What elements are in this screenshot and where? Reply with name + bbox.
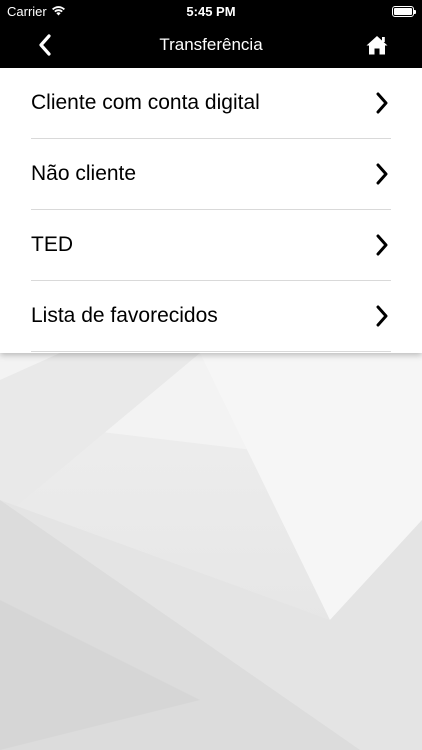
- status-bar: Carrier 5:45 PM: [0, 0, 422, 22]
- status-time: 5:45 PM: [186, 3, 236, 19]
- transfer-options-menu: Cliente com conta digital Não cliente TE…: [0, 68, 422, 353]
- battery-icon: [392, 5, 416, 17]
- chevron-right-icon: [373, 162, 391, 186]
- menu-item-label: Não cliente: [31, 162, 137, 185]
- menu-item-cliente-conta-digital[interactable]: Cliente com conta digital: [31, 68, 391, 139]
- chevron-left-icon: [39, 34, 51, 56]
- page-title: Transferência: [159, 35, 263, 54]
- chevron-right-icon: [373, 233, 391, 257]
- menu-item-label: Cliente com conta digital: [31, 91, 260, 114]
- home-icon: [366, 36, 388, 55]
- chevron-right-icon: [373, 91, 391, 115]
- menu-item-label: Lista de favorecidos: [31, 304, 218, 327]
- menu-item-label: TED: [31, 233, 73, 256]
- home-button[interactable]: [362, 30, 392, 60]
- back-button[interactable]: [30, 30, 60, 60]
- navigation-bar: Transferência: [0, 22, 422, 68]
- menu-item-lista-favorecidos[interactable]: Lista de favorecidos: [31, 281, 391, 352]
- menu-item-ted[interactable]: TED: [31, 210, 391, 281]
- menu-item-nao-cliente[interactable]: Não cliente: [31, 139, 391, 210]
- chevron-right-icon: [373, 304, 391, 328]
